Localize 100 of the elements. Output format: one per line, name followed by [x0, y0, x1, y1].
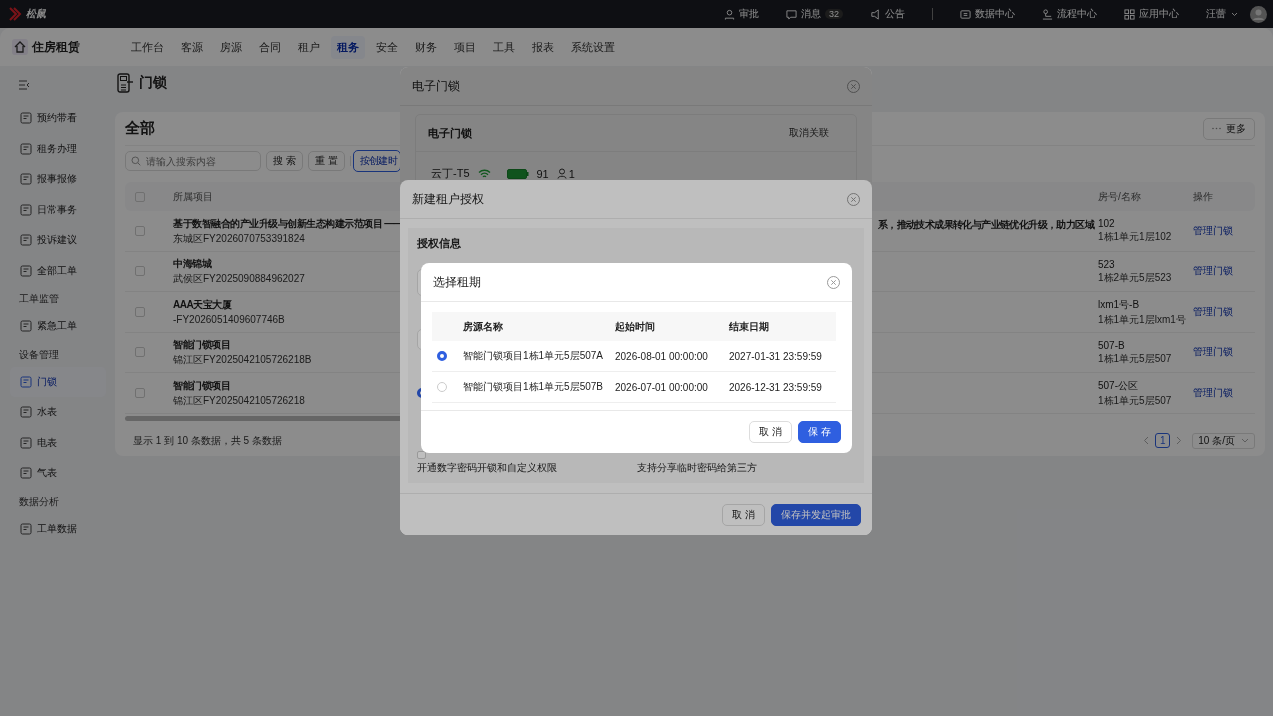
dots-icon: [1212, 127, 1221, 130]
radio-button[interactable]: [437, 351, 447, 361]
checkbox[interactable]: [135, 266, 145, 277]
flow-icon: [1042, 8, 1053, 20]
document-icon: [20, 112, 32, 125]
page-size-select[interactable]: 10 条/页: [1192, 432, 1255, 449]
prev-icon[interactable]: [1143, 436, 1150, 445]
nav-tab[interactable]: 租户: [292, 35, 326, 59]
top-link[interactable]: 应用中心: [1124, 7, 1179, 21]
nav-tab[interactable]: 报表: [526, 35, 560, 59]
avatar-icon[interactable]: [1250, 5, 1267, 23]
grid-icon: [1124, 8, 1135, 20]
user-count: 1: [568, 167, 575, 180]
top-link[interactable]: 数据中心: [960, 7, 1015, 21]
column-header: 结束日期: [728, 319, 770, 334]
table-cell-text: 东城区FY2026070753391824: [173, 232, 306, 245]
table-cell-text: 1栋1单元1层102: [1098, 231, 1173, 244]
top-link[interactable]: 流程中心: [1042, 7, 1097, 21]
manage-lock-link[interactable]: 管理门锁: [1193, 265, 1233, 277]
toolbar-button[interactable]: 搜 索: [266, 151, 303, 171]
table-cell-text: lxm1号-B: [1098, 297, 1141, 312]
checkbox[interactable]: [135, 306, 145, 317]
sidebar-item[interactable]: 工单数据: [10, 513, 106, 544]
column-header: 房号/名称: [1098, 189, 1142, 204]
checkbox[interactable]: [135, 347, 145, 358]
table-cell-text: 智能门锁项目1栋1单元5层507B: [462, 380, 605, 394]
top-link[interactable]: 审批: [724, 7, 759, 21]
device-name: 云丁-T5: [431, 166, 470, 181]
top-link[interactable]: 公告: [870, 7, 905, 21]
sidebar-item[interactable]: 全部工单: [10, 255, 106, 286]
toolbar-button[interactable]: 重 置: [307, 151, 345, 171]
user-menu[interactable]: 汪蕾: [1206, 7, 1238, 21]
document-icon: [20, 203, 32, 216]
close-icon[interactable]: [847, 192, 860, 206]
more-button[interactable]: 更多: [1203, 117, 1255, 140]
nav-tab[interactable]: 客源: [175, 35, 209, 59]
save-button[interactable]: 保 存: [798, 421, 841, 443]
nav-tab[interactable]: 租务: [331, 35, 365, 59]
nav-tab[interactable]: 系统设置: [565, 35, 621, 59]
sidebar-group-label: 工单监管: [18, 292, 60, 306]
column-header: 起始时间: [614, 319, 656, 334]
search-field[interactable]: 请输入搜索内容: [125, 151, 261, 171]
table-cell-text: 507-公区: [1098, 378, 1139, 393]
nav-tab[interactable]: 合同: [253, 35, 287, 59]
unlink-link[interactable]: 取消关联: [789, 126, 829, 140]
page-title: 门锁: [139, 74, 167, 92]
document-icon: [20, 375, 32, 388]
search-icon: [131, 156, 141, 166]
table-cell-text: 中海锦城: [173, 257, 213, 272]
nav-tab[interactable]: 项目: [448, 35, 482, 59]
nav-tab[interactable]: 工具: [487, 35, 521, 59]
card-title: 电子门锁: [428, 125, 472, 141]
top-link[interactable]: 消息 32: [786, 7, 843, 21]
sidebar-item[interactable]: 租务办理: [10, 133, 106, 164]
door-lock-icon: [117, 73, 134, 93]
manage-lock-link[interactable]: 管理门锁: [1193, 305, 1233, 317]
section-title: 授权信息: [417, 236, 461, 251]
document-icon: [20, 320, 32, 333]
next-icon[interactable]: [1176, 436, 1183, 445]
option-description: 开通数字密码开锁和自定义权限: [417, 461, 558, 475]
sidebar-item[interactable]: 预约带看: [10, 103, 106, 134]
person-icon: [724, 8, 735, 20]
table-cell-text: 2026-08-01 00:00:00: [614, 350, 709, 362]
sidebar-item[interactable]: 电表: [10, 427, 106, 458]
nav-tab[interactable]: 房源: [214, 35, 248, 59]
sidebar-item[interactable]: 水表: [10, 397, 106, 428]
sidebar-item[interactable]: 门锁: [10, 366, 106, 397]
table-cell-text: 102: [1098, 218, 1116, 230]
page-button[interactable]: 1: [1155, 433, 1171, 448]
dialog-title: 选择租期: [433, 273, 481, 291]
nav-tab[interactable]: 安全: [370, 35, 404, 59]
document-icon: [20, 522, 32, 535]
dialog-title: 电子门锁: [412, 77, 460, 95]
sidebar-item[interactable]: 日常事务: [10, 194, 106, 225]
close-icon[interactable]: [847, 79, 860, 93]
document-icon: [20, 173, 32, 186]
cancel-button[interactable]: 取 消: [749, 421, 793, 443]
app-name: 住房租赁: [32, 38, 80, 56]
sidebar-item[interactable]: 气表: [10, 458, 106, 489]
sidebar-item[interactable]: 投诉建议: [10, 225, 106, 256]
cancel-button[interactable]: 取 消: [722, 503, 765, 526]
dialog-title: 新建租户授权: [412, 190, 484, 208]
nav-tab[interactable]: 财务: [409, 35, 443, 59]
document-icon: [20, 406, 32, 419]
manage-lock-link[interactable]: 管理门锁: [1193, 224, 1233, 236]
checkbox[interactable]: [135, 225, 145, 236]
sidebar-group-label: 设备管理: [18, 347, 60, 362]
sidebar-item[interactable]: 报事报修: [10, 164, 106, 195]
table-cell-text: 1栋1单元5层507: [1098, 394, 1173, 407]
manage-lock-link[interactable]: 管理门锁: [1193, 386, 1233, 398]
chevron-logo-icon: [8, 6, 22, 22]
column-header: 房源名称: [462, 319, 504, 334]
sidebar-item[interactable]: 紧急工单: [10, 311, 106, 342]
close-icon[interactable]: [827, 275, 840, 289]
collapse-icon[interactable]: [18, 80, 30, 90]
manage-lock-link[interactable]: 管理门锁: [1193, 346, 1233, 358]
submit-button[interactable]: 保存并发起审批: [771, 503, 861, 526]
checkbox[interactable]: [135, 191, 145, 202]
checkbox[interactable]: [135, 387, 145, 398]
nav-tab[interactable]: 工作台: [125, 35, 170, 59]
